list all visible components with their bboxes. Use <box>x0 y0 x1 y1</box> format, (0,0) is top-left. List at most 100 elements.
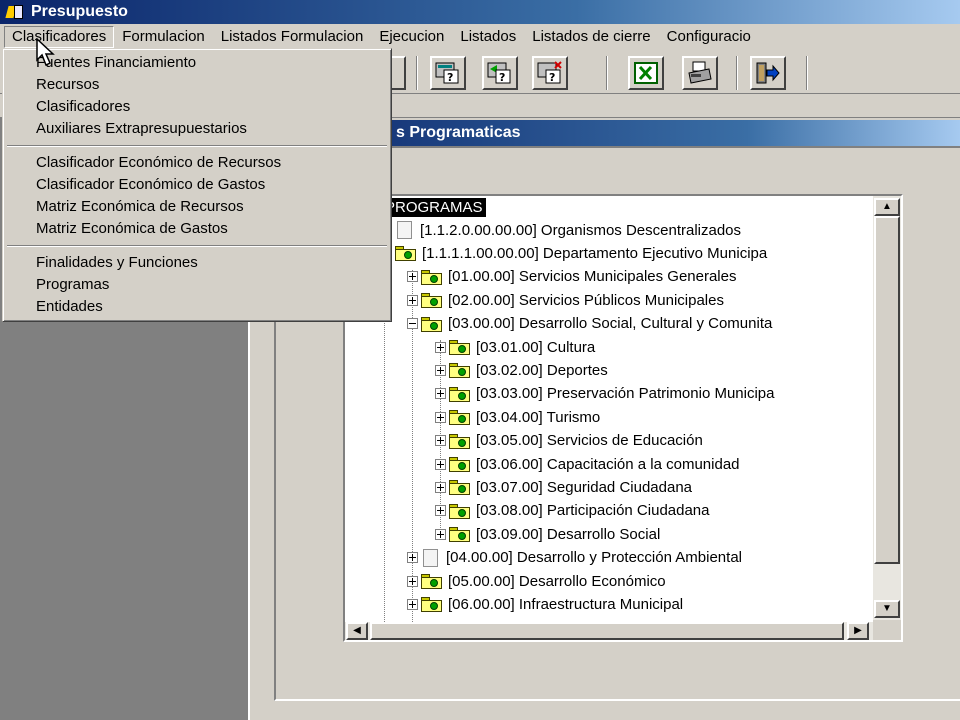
folder-icon <box>448 478 472 496</box>
folder-icon <box>448 408 472 426</box>
expand-plus-icon[interactable] <box>435 411 446 423</box>
tree-node[interactable]: [02.00.00] Servicios Públicos Municipale… <box>407 290 724 310</box>
tree-node[interactable]: [06.00.00] Infraestructura Municipal <box>407 594 683 614</box>
folder-icon <box>420 572 444 590</box>
menu-listados-formulacion[interactable]: Listados Formulacion <box>213 26 372 48</box>
tree-node[interactable]: [03.03.00] Preservación Patrimonio Munic… <box>435 384 775 404</box>
toolbar-separator <box>736 56 738 90</box>
tree-node-label: [1.1.2.0.00.00.00] Organismos Descentral… <box>420 221 742 239</box>
menu-separator <box>7 245 387 247</box>
exit-door-icon <box>756 62 780 84</box>
expand-plus-icon[interactable] <box>407 271 418 283</box>
expand-plus-icon[interactable] <box>435 435 446 447</box>
query-button[interactable]: ? <box>430 56 466 90</box>
scroll-down-button[interactable]: ▼ <box>874 600 900 618</box>
horizontal-scroll-thumb[interactable] <box>370 622 844 640</box>
tree-node-label: [03.09.00] Desarrollo Social <box>476 525 661 543</box>
folder-icon <box>448 525 472 543</box>
menu-bar: Clasificadores Formulacion Listados Form… <box>0 24 960 50</box>
tree-node[interactable]: [01.00.00] Servicios Municipales General… <box>407 267 737 287</box>
tree-node[interactable]: [03.08.00] Participación Ciudadana <box>435 501 710 521</box>
svg-text:?: ? <box>447 71 453 84</box>
excel-icon <box>634 62 658 84</box>
expand-plus-icon[interactable] <box>435 364 446 376</box>
query-refresh-button[interactable]: ? <box>482 56 518 90</box>
clasificadores-dropdown-menu: Fuentes Financiamiento Recursos Clasific… <box>2 48 392 322</box>
folder-icon <box>394 244 418 262</box>
tree-node-label: [05.00.00] Desarrollo Económico <box>448 572 666 590</box>
tree-node[interactable]: [03.07.00] Seguridad Ciudadana <box>435 477 692 497</box>
query-delete-button[interactable]: ? <box>532 56 568 90</box>
tree-node-label: [01.00.00] Servicios Municipales General… <box>448 268 737 286</box>
collapse-minus-icon[interactable] <box>407 318 418 330</box>
expand-plus-icon[interactable] <box>407 598 418 610</box>
vertical-scrollbar[interactable]: ▲ ▼ <box>873 196 901 620</box>
tree-node[interactable]: [1.1.1.1.00.00.00] Departamento Ejecutiv… <box>381 243 767 263</box>
tree-node[interactable]: [05.00.00] Desarrollo Económico <box>407 571 666 591</box>
menu-item-recursos[interactable]: Recursos <box>36 76 99 93</box>
folder-icon <box>420 315 444 333</box>
tree-node[interactable]: [03.01.00] Cultura <box>435 337 595 357</box>
expand-plus-icon[interactable] <box>407 552 418 564</box>
menu-item-clasificador-economico-recursos[interactable]: Clasificador Económico de Recursos <box>36 154 281 171</box>
tree-node-label: [03.06.00] Capacitación a la comunidad <box>476 455 740 473</box>
tree-node[interactable]: [03.06.00] Capacitación a la comunidad <box>435 454 740 474</box>
menu-item-clasificador-economico-gastos[interactable]: Clasificador Económico de Gastos <box>36 176 265 193</box>
tree-node[interactable]: [03.02.00] Deportes <box>435 360 608 380</box>
menu-item-finalidades-y-funciones[interactable]: Finalidades y Funciones <box>36 254 198 271</box>
tree-node-label: [03.07.00] Seguridad Ciudadana <box>476 478 693 496</box>
menu-item-auxiliares-extrapresupuestarios[interactable]: Auxiliares Extrapresupuestarios <box>36 120 247 137</box>
toolbar-separator <box>416 56 418 90</box>
folder-icon <box>448 502 472 520</box>
menu-item-entidades[interactable]: Entidades <box>36 298 103 315</box>
folder-icon <box>420 268 444 286</box>
folder-icon <box>420 595 444 613</box>
expand-plus-icon[interactable] <box>407 294 418 306</box>
scroll-right-button[interactable]: ▶ <box>847 622 869 640</box>
query-delete-icon: ? <box>537 61 562 84</box>
tree-node[interactable]: [03.09.00] Desarrollo Social <box>435 524 660 544</box>
exit-button[interactable] <box>750 56 786 90</box>
tree-node[interactable]: [03.00.00] Desarrollo Social, Cultural y… <box>407 314 772 334</box>
app-icon <box>5 3 25 21</box>
expand-plus-icon[interactable] <box>435 505 446 517</box>
menu-clasificadores[interactable]: Clasificadores <box>4 26 115 48</box>
tree-node[interactable]: [1.1.2.0.00.00.00] Organismos Descentral… <box>381 220 741 240</box>
menu-item-fuentes-financiamiento[interactable]: Fuentes Financiamiento <box>36 54 196 71</box>
horizontal-scrollbar[interactable]: ◀ ▶ <box>345 622 873 640</box>
scroll-up-button[interactable]: ▲ <box>874 198 900 216</box>
app-title-bar[interactable]: Presupuesto <box>0 0 960 24</box>
mouse-cursor-icon <box>36 38 55 67</box>
menu-item-programas[interactable]: Programas <box>36 276 109 293</box>
menu-listados-de-cierre[interactable]: Listados de cierre <box>524 26 658 48</box>
menu-item-clasificadores[interactable]: Clasificadores <box>36 98 130 115</box>
folder-icon <box>448 455 472 473</box>
tree-node-label: [03.00.00] Desarrollo Social, Cultural y… <box>448 315 773 333</box>
vertical-scroll-thumb[interactable] <box>874 216 900 564</box>
document-page-icon <box>394 220 416 240</box>
expand-plus-icon[interactable] <box>435 458 446 470</box>
program-tree[interactable]: PROGRAMAS [1.1.2.0.00.00.00] Organismos … <box>343 194 903 642</box>
window-title: Presupuesto <box>31 3 128 20</box>
scroll-left-button[interactable]: ◀ <box>346 622 368 640</box>
tree-node[interactable]: [03.05.00] Servicios de Educación <box>435 431 703 451</box>
expand-plus-icon[interactable] <box>435 341 446 353</box>
tree-node[interactable]: [03.04.00] Turismo <box>435 407 600 427</box>
expand-plus-icon[interactable] <box>435 388 446 400</box>
tree-node-label: [02.00.00] Servicios Públicos Municipale… <box>448 291 724 309</box>
expand-plus-icon[interactable] <box>435 481 446 493</box>
menu-item-matriz-economica-gastos[interactable]: Matriz Económica de Gastos <box>36 220 228 237</box>
query-icon: ? <box>435 62 459 84</box>
menu-item-matriz-economica-recursos[interactable]: Matriz Económica de Recursos <box>36 198 244 215</box>
tree-node[interactable]: [04.00.00] Desarrollo y Protección Ambie… <box>407 548 742 568</box>
menu-listados[interactable]: Listados <box>452 26 524 48</box>
print-button[interactable] <box>682 56 718 90</box>
folder-icon <box>448 432 472 450</box>
excel-button[interactable] <box>628 56 664 90</box>
menu-configuracion[interactable]: Configuracio <box>659 26 759 48</box>
expand-plus-icon[interactable] <box>435 528 446 540</box>
menu-ejecucion[interactable]: Ejecucion <box>371 26 452 48</box>
tree-content: PROGRAMAS [1.1.2.0.00.00.00] Organismos … <box>345 196 873 624</box>
expand-plus-icon[interactable] <box>407 575 418 587</box>
menu-formulacion[interactable]: Formulacion <box>114 26 213 48</box>
